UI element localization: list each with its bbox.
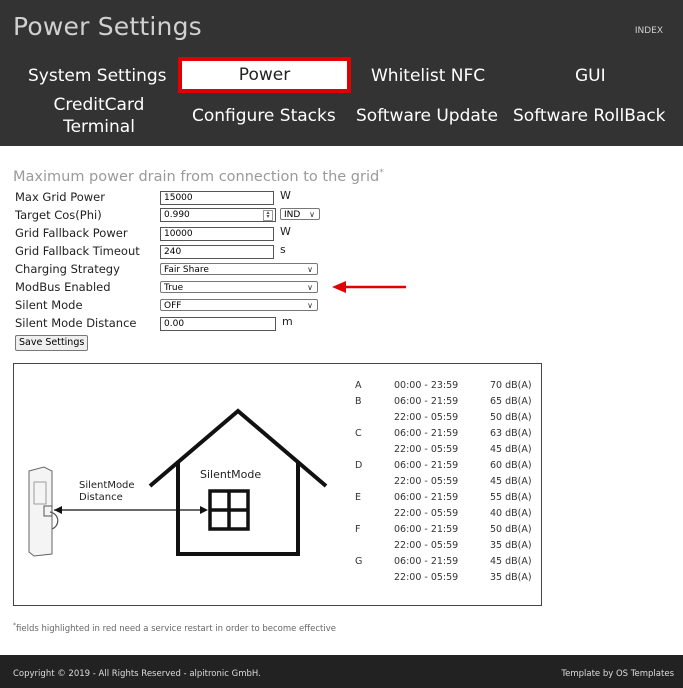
nav-gui[interactable]: GUI: [575, 65, 606, 87]
row-time: 06:00 - 21:59: [394, 428, 459, 439]
red-arrow-icon: [332, 281, 406, 293]
row-db: 35 dB(A): [490, 572, 532, 583]
chevron-down-icon: ∨: [307, 265, 313, 274]
page-footer: Copyright © 2019 - All Rights Reserved -…: [0, 655, 683, 688]
row-level: C: [355, 428, 362, 439]
row-level: D: [355, 460, 363, 471]
template-credit-link[interactable]: Template by OS Templates: [561, 669, 674, 679]
modbus-enabled-label: ModBus Enabled: [15, 280, 111, 294]
silent-mode-label: Silent Mode: [15, 298, 83, 312]
silent-mode-select[interactable]: OFF ∨: [160, 299, 318, 311]
row-time: 06:00 - 21:59: [394, 524, 459, 535]
save-settings-button[interactable]: Save Settings: [15, 335, 89, 351]
distance-arrow-icon: [54, 506, 208, 514]
row-time: 22:00 - 05:59: [394, 540, 459, 551]
grid-fallback-timeout-label: Grid Fallback Timeout: [15, 244, 140, 258]
target-cosphi-label: Target Cos(Phi): [15, 208, 102, 222]
silent-mode-distance-unit: m: [282, 315, 293, 328]
chevron-down-icon: ∨: [307, 283, 313, 292]
max-grid-power-unit: W: [280, 189, 291, 202]
row-level: A: [355, 380, 362, 391]
row-time: 22:00 - 05:59: [394, 572, 459, 583]
max-grid-power-label: Max Grid Power: [15, 190, 105, 204]
row-db: 35 dB(A): [490, 540, 532, 551]
grid-fallback-power-input[interactable]: 10000: [160, 227, 274, 241]
charger-distance-label-2: Distance: [79, 492, 123, 503]
spinner-icon[interactable]: ▴ ▾: [263, 210, 273, 221]
silent-mode-illustration: [28, 408, 328, 557]
nav-software-update[interactable]: Software Update: [356, 105, 498, 127]
cosphi-mode-value: IND: [284, 210, 301, 220]
row-db: 45 dB(A): [490, 556, 532, 567]
row-time: 22:00 - 05:59: [394, 412, 459, 423]
grid-fallback-power-unit: W: [280, 225, 291, 238]
silent-mode-value: OFF: [164, 301, 182, 311]
row-db: 65 dB(A): [490, 396, 532, 407]
target-cosphi-value: 0.990: [164, 210, 190, 220]
row-db: 50 dB(A): [490, 412, 532, 423]
charger-distance-label-1: SilentMode: [79, 480, 135, 491]
silent-mode-distance-input[interactable]: 0.00: [160, 317, 276, 331]
chevron-down-icon: ∨: [309, 210, 315, 219]
modbus-enabled-value: True: [164, 283, 184, 293]
row-db: 40 dB(A): [490, 508, 532, 519]
charging-strategy-label: Charging Strategy: [15, 262, 120, 276]
cosphi-mode-select[interactable]: IND ∨: [280, 208, 320, 220]
row-level: F: [355, 524, 361, 535]
row-time: 22:00 - 05:59: [394, 444, 459, 455]
row-db: 70 dB(A): [490, 380, 532, 391]
grid-fallback-power-label: Grid Fallback Power: [15, 226, 128, 240]
row-level: E: [355, 492, 362, 503]
row-db: 50 dB(A): [490, 524, 532, 535]
row-time: 06:00 - 21:59: [394, 460, 459, 471]
page-header: Power Settings INDEX System Settings Pow…: [0, 0, 683, 146]
row-db: 60 dB(A): [490, 460, 532, 471]
index-link[interactable]: INDEX: [635, 26, 663, 36]
row-time: 06:00 - 21:59: [394, 556, 459, 567]
copyright-text: Copyright © 2019 - All Rights Reserved -…: [13, 669, 261, 679]
nav-configure-stacks[interactable]: Configure Stacks: [192, 105, 336, 127]
charger-icon: [28, 466, 59, 557]
row-db: 63 dB(A): [490, 428, 532, 439]
row-time: 06:00 - 21:59: [394, 396, 459, 407]
section-heading: Maximum power drain from connection to t…: [13, 168, 384, 185]
grid-fallback-timeout-unit: s: [280, 243, 286, 256]
page-title: Power Settings: [13, 12, 202, 41]
max-grid-power-input[interactable]: 15000: [160, 191, 274, 205]
row-db: 45 dB(A): [490, 476, 532, 487]
nav-whitelist-nfc[interactable]: Whitelist NFC: [371, 65, 485, 87]
row-time: 06:00 - 21:59: [394, 492, 459, 503]
nav-power[interactable]: Power: [178, 57, 351, 93]
nav-system-settings[interactable]: System Settings: [28, 65, 167, 87]
row-level: G: [355, 556, 363, 567]
charging-strategy-value: Fair Share: [164, 265, 209, 275]
row-time: 00:00 - 23:59: [394, 380, 459, 391]
house-label: SilentMode: [200, 468, 262, 481]
silent-mode-diagram: SilentMode Distance SilentMode A 00:00 -…: [13, 363, 542, 606]
row-db: 55 dB(A): [490, 492, 532, 503]
restart-footnote: *fields highlighted in red need a servic…: [13, 622, 336, 634]
row-db: 45 dB(A): [490, 444, 532, 455]
silent-mode-distance-label: Silent Mode Distance: [15, 316, 137, 330]
chevron-down-icon: ∨: [307, 301, 313, 310]
charging-strategy-select[interactable]: Fair Share ∨: [160, 263, 318, 275]
house-icon: [148, 408, 328, 556]
row-time: 22:00 - 05:59: [394, 476, 459, 487]
grid-fallback-timeout-input[interactable]: 240: [160, 245, 274, 259]
modbus-enabled-select[interactable]: True ∨: [160, 281, 318, 293]
row-level: B: [355, 396, 362, 407]
nav-software-rollback[interactable]: Software RollBack: [513, 105, 666, 127]
nav-creditcard-terminal[interactable]: CreditCard Terminal: [44, 94, 154, 138]
row-time: 22:00 - 05:59: [394, 508, 459, 519]
target-cosphi-input[interactable]: 0.990 ▴ ▾: [160, 208, 276, 222]
